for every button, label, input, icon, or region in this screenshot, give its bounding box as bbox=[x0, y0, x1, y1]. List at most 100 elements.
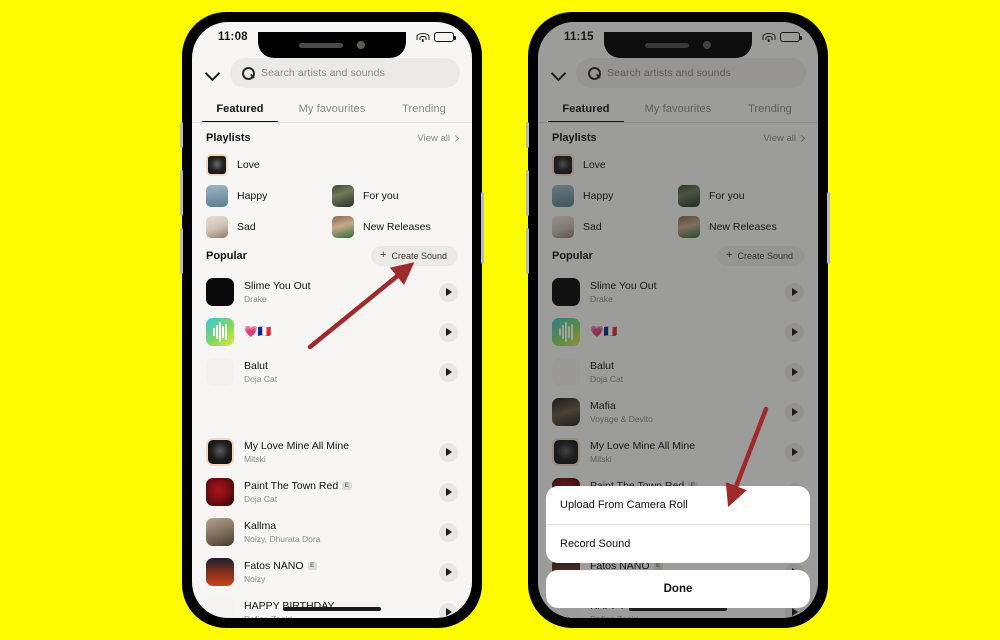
song-title: 💗🇫🇷 bbox=[244, 326, 429, 339]
song-title: Kallma bbox=[244, 520, 277, 532]
list-item[interactable]: Kallma Noizy, Dhurata Dora bbox=[192, 512, 472, 552]
list-item[interactable]: My Love Mine All Mine Mitski bbox=[192, 432, 472, 472]
playlist-label: New Releases bbox=[363, 220, 431, 233]
chevron-down-icon[interactable] bbox=[204, 64, 222, 82]
emoji-title: 💗🇫🇷 bbox=[244, 325, 272, 338]
waveform-icon bbox=[206, 318, 234, 346]
playlist-thumbnail bbox=[332, 184, 354, 207]
notch bbox=[258, 32, 406, 58]
view-all-label: View all bbox=[417, 132, 450, 144]
list-item[interactable]: Slime You Out Drake bbox=[192, 272, 472, 312]
playlists-title: Playlists bbox=[206, 132, 251, 144]
create-sound-label: Create Sound bbox=[391, 250, 447, 261]
front-camera-icon bbox=[357, 41, 365, 49]
phone-right-screen: 11:15 Search artists and sounds Featured bbox=[538, 22, 818, 618]
play-icon[interactable] bbox=[439, 602, 458, 618]
song-artist: Noizy, Dhurata Dora bbox=[244, 534, 321, 544]
album-art bbox=[206, 438, 234, 466]
volume-up-button[interactable] bbox=[180, 170, 183, 216]
playlist-column-right: For you New Releases bbox=[332, 149, 458, 242]
playlist-thumbnail bbox=[206, 215, 228, 238]
playlist-thumbnail bbox=[206, 153, 228, 176]
search-input[interactable]: Search artists and sounds bbox=[230, 58, 460, 88]
tab-featured[interactable]: Featured bbox=[194, 96, 286, 123]
wifi-icon bbox=[416, 32, 429, 42]
album-art bbox=[206, 518, 234, 546]
list-item[interactable]: Paint The Town Red E Doja Cat bbox=[192, 472, 472, 512]
play-icon[interactable] bbox=[439, 562, 458, 582]
earpiece-speaker-icon bbox=[299, 42, 343, 48]
list-item[interactable]: HAPPY BIRTHDAY Dafina Zeqiri bbox=[192, 592, 472, 618]
volume-up-button[interactable] bbox=[526, 170, 529, 216]
tab-my-favourites[interactable]: My favourites bbox=[286, 96, 378, 123]
battery-icon bbox=[434, 32, 456, 42]
screenshot-canvas: 11:08 Search artists and sounds Featured bbox=[0, 0, 1000, 640]
song-title: Balut bbox=[244, 360, 268, 372]
play-icon[interactable] bbox=[439, 482, 458, 502]
song-title-text: Fatos NANO bbox=[244, 560, 304, 572]
playlists-header: Playlists View all bbox=[192, 123, 472, 149]
song-artist: Doja Cat bbox=[244, 494, 278, 504]
explicit-badge: E bbox=[342, 481, 352, 491]
album-art bbox=[206, 558, 234, 586]
song-info: Paint The Town Red E Doja Cat bbox=[244, 480, 429, 504]
list-item[interactable]: 💗🇫🇷 bbox=[192, 312, 472, 352]
search-placeholder: Search artists and sounds bbox=[261, 67, 385, 79]
playlist-item-for-you[interactable]: For you bbox=[332, 180, 458, 211]
list-item[interactable]: Balut Doja Cat bbox=[192, 352, 472, 392]
playlist-label: Love bbox=[237, 158, 260, 171]
song-info: My Love Mine All Mine Mitski bbox=[244, 440, 429, 464]
song-info: Slime You Out Drake bbox=[244, 280, 429, 304]
playlist-label: Happy bbox=[237, 189, 268, 202]
song-title: Fatos NANO E bbox=[244, 560, 429, 572]
power-button[interactable] bbox=[481, 192, 484, 264]
song-info: 💗🇫🇷 bbox=[244, 326, 429, 339]
play-icon[interactable] bbox=[439, 442, 458, 462]
tab-bar: Featured My favourites Trending bbox=[192, 96, 472, 123]
song-artist: Noizy bbox=[244, 574, 266, 584]
song-info: Balut Doja Cat bbox=[244, 360, 429, 384]
silence-switch[interactable] bbox=[526, 122, 529, 148]
playlist-item-new-releases[interactable]: New Releases bbox=[332, 211, 458, 242]
done-button[interactable]: Done bbox=[546, 570, 810, 608]
playlist-thumbnail bbox=[332, 215, 354, 238]
view-all-link[interactable]: View all bbox=[417, 132, 460, 144]
album-art bbox=[206, 278, 234, 306]
playlist-item-happy[interactable]: Happy bbox=[206, 180, 332, 211]
action-sheet-options: Upload From Camera Roll Record Sound bbox=[546, 486, 810, 563]
play-icon[interactable] bbox=[439, 322, 458, 342]
song-artist: Doja Cat bbox=[244, 374, 278, 384]
song-artist: Mitski bbox=[244, 454, 266, 464]
create-sound-button[interactable]: + Create Sound bbox=[371, 246, 458, 266]
popular-header: Popular + Create Sound bbox=[192, 242, 472, 272]
playlist-item-sad[interactable]: Sad bbox=[206, 211, 332, 242]
playlist-thumbnail bbox=[206, 184, 228, 207]
album-art bbox=[206, 598, 234, 618]
explicit-badge: E bbox=[307, 561, 317, 571]
playlist-column-left: Love Happy Sad bbox=[206, 149, 332, 242]
volume-down-button[interactable] bbox=[526, 228, 529, 274]
album-art bbox=[206, 478, 234, 506]
power-button[interactable] bbox=[827, 192, 830, 264]
album-art bbox=[206, 358, 234, 386]
playlists-grid: Love Happy Sad For you New Releases bbox=[192, 149, 472, 242]
home-indicator[interactable] bbox=[283, 607, 381, 611]
play-icon[interactable] bbox=[439, 522, 458, 542]
play-icon[interactable] bbox=[439, 362, 458, 382]
playlist-label: Sad bbox=[237, 220, 256, 233]
song-list: Slime You Out Drake 💗🇫🇷 Balut Doja Cat M… bbox=[192, 272, 472, 618]
sound-picker-app: Search artists and sounds Featured My fa… bbox=[192, 52, 472, 618]
playlist-item-love[interactable]: Love bbox=[206, 149, 332, 180]
phone-left-screen: 11:08 Search artists and sounds Featured bbox=[192, 22, 472, 618]
tab-trending[interactable]: Trending bbox=[378, 96, 470, 123]
playlist-item-empty bbox=[332, 149, 458, 180]
record-sound-option[interactable]: Record Sound bbox=[546, 524, 810, 563]
upload-from-camera-roll-option[interactable]: Upload From Camera Roll bbox=[546, 486, 810, 524]
song-artist: Dafina Zeqiri bbox=[244, 614, 429, 618]
silence-switch[interactable] bbox=[180, 122, 183, 148]
volume-down-button[interactable] bbox=[180, 228, 183, 274]
play-icon[interactable] bbox=[439, 282, 458, 302]
search-row: Search artists and sounds bbox=[192, 52, 472, 96]
list-item[interactable]: Fatos NANO E Noizy bbox=[192, 552, 472, 592]
song-title: Slime You Out bbox=[244, 280, 311, 292]
